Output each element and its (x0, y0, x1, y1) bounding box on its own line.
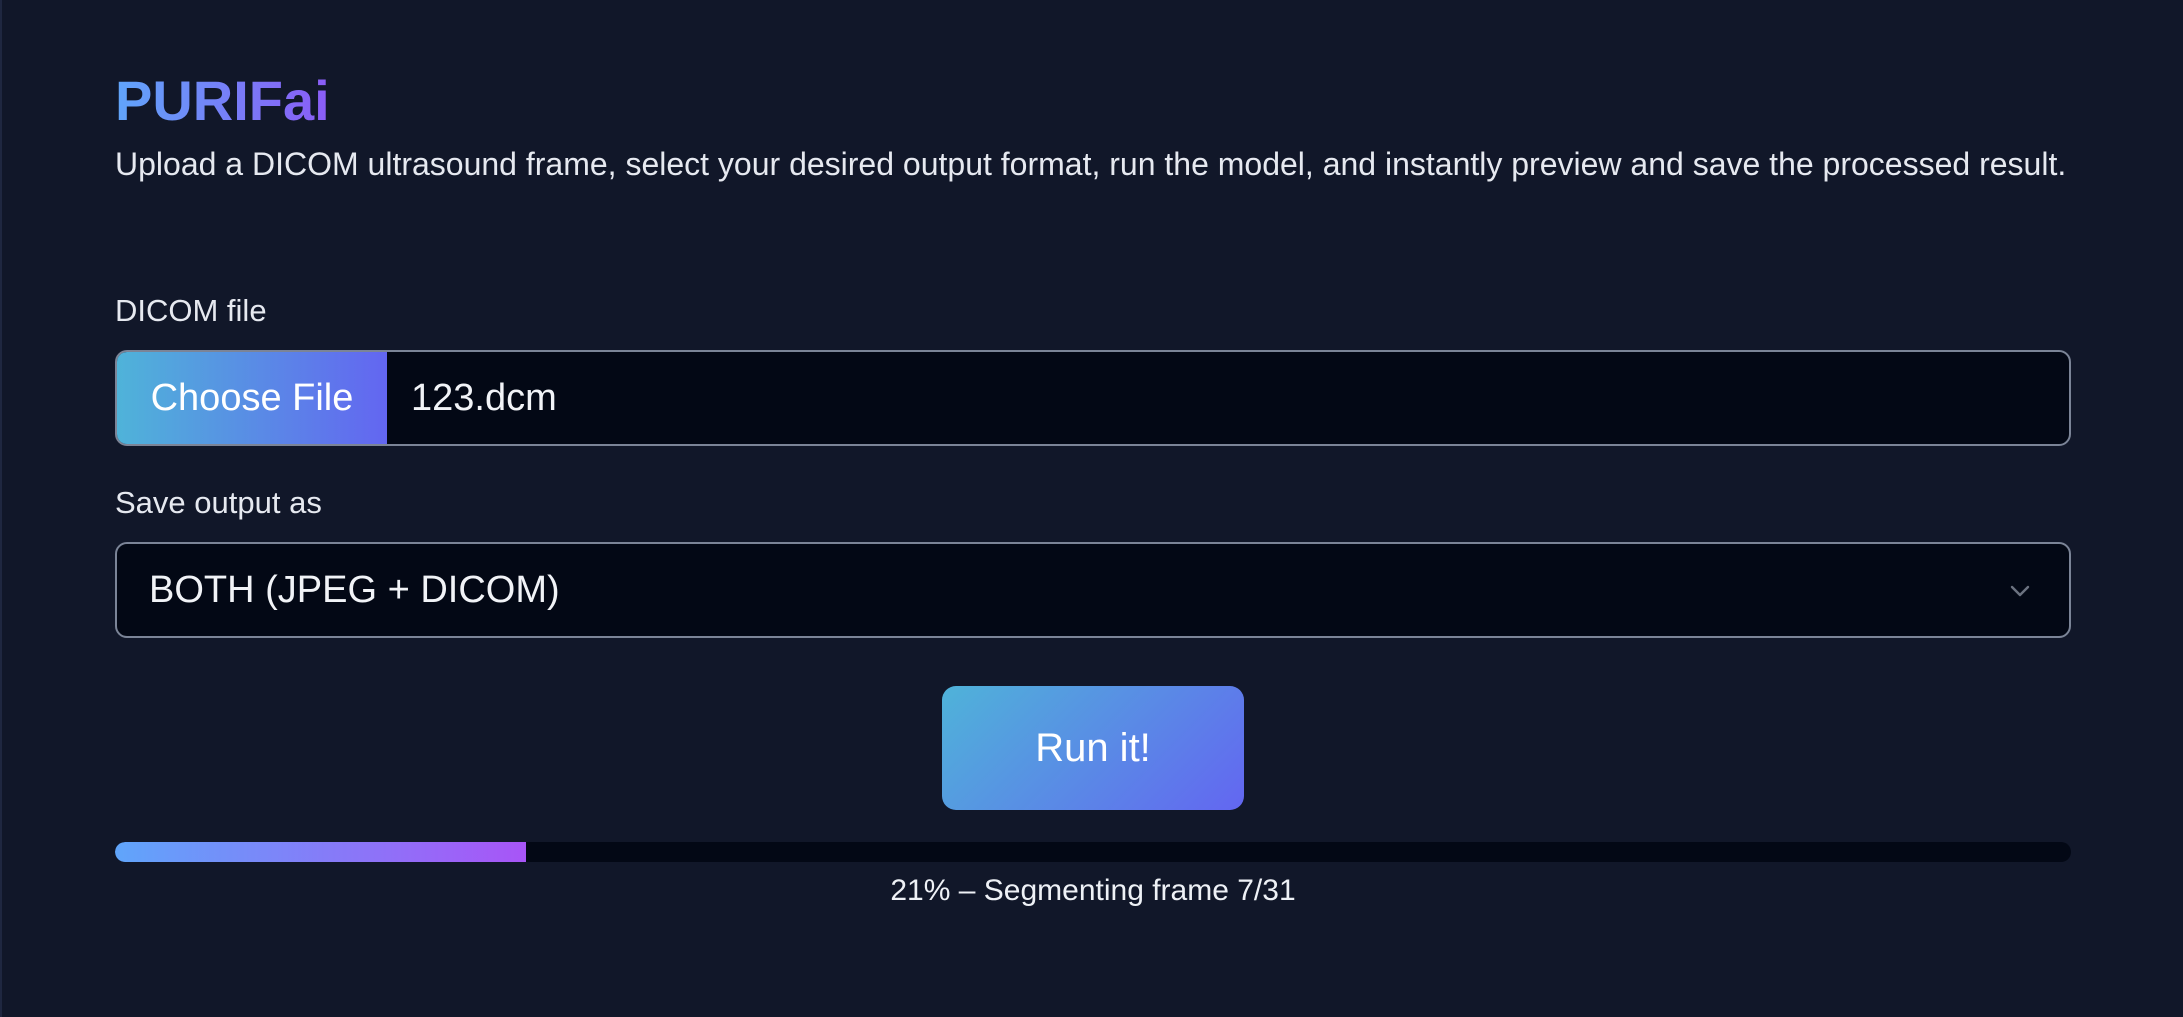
app-title: PURIFai (115, 66, 330, 136)
run-button[interactable]: Run it! (942, 686, 1244, 810)
chevron-down-icon (2010, 585, 2030, 597)
save-output-label: Save output as (115, 485, 322, 520)
selected-file-name: 123.dcm (411, 376, 557, 419)
output-format-value: BOTH (JPEG + DICOM) (149, 568, 560, 611)
dicom-file-label: DICOM file (115, 293, 267, 328)
app-description: Upload a DICOM ultrasound frame, select … (115, 146, 2067, 182)
progress-status-text: 21% – Segmenting frame 7/31 (890, 874, 1296, 907)
dicom-file-input[interactable]: Choose File 123.dcm (115, 350, 2071, 446)
progress-bar-fill (115, 842, 526, 862)
progress-bar (115, 842, 2071, 862)
app-page: PURIFai Upload a DICOM ultrasound frame,… (0, 0, 2183, 1017)
choose-file-button[interactable]: Choose File (117, 352, 387, 444)
output-format-select[interactable]: BOTH (JPEG + DICOM) (115, 542, 2071, 638)
